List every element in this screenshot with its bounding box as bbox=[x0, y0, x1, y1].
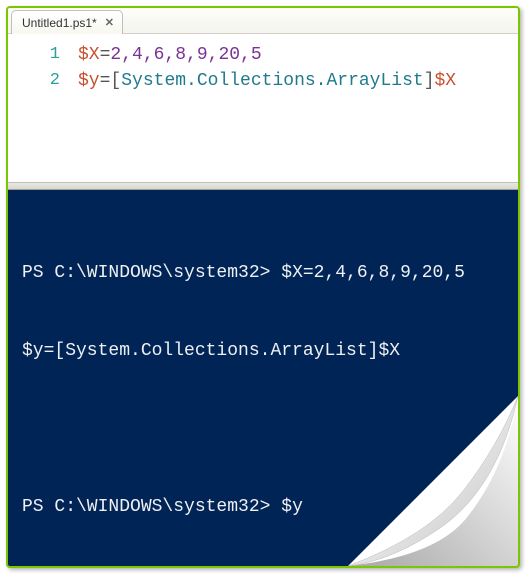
code-line: 2 $y=[System.Collections.ArrayList]$X bbox=[8, 68, 518, 94]
close-icon[interactable]: ✕ bbox=[105, 16, 114, 29]
file-tab[interactable]: Untitled1.ps1* ✕ bbox=[11, 10, 123, 34]
console-line: PS C:\WINDOWS\system32> $X=2,4,6,8,9,20,… bbox=[22, 260, 504, 286]
line-number: 1 bbox=[8, 42, 78, 68]
ise-window: Untitled1.ps1* ✕ 1 $X=2,4,6,8,9,20,5 2 $… bbox=[6, 6, 520, 568]
code-content: $y=[System.Collections.ArrayList]$X bbox=[78, 68, 456, 94]
pane-divider[interactable] bbox=[8, 182, 518, 190]
console-line bbox=[22, 416, 504, 442]
console-line: PS C:\WINDOWS\system32> $y bbox=[22, 494, 504, 520]
line-number: 2 bbox=[8, 68, 78, 94]
tab-title: Untitled1.ps1* bbox=[22, 16, 97, 30]
code-line: 1 $X=2,4,6,8,9,20,5 bbox=[8, 42, 518, 68]
code-content: $X=2,4,6,8,9,20,5 bbox=[78, 42, 262, 68]
console-line: $y=[System.Collections.ArrayList]$X bbox=[22, 338, 504, 364]
console-pane[interactable]: PS C:\WINDOWS\system32> $X=2,4,6,8,9,20,… bbox=[8, 190, 518, 566]
script-editor[interactable]: 1 $X=2,4,6,8,9,20,5 2 $y=[System.Collect… bbox=[8, 34, 518, 182]
tab-bar: Untitled1.ps1* ✕ bbox=[8, 8, 518, 34]
